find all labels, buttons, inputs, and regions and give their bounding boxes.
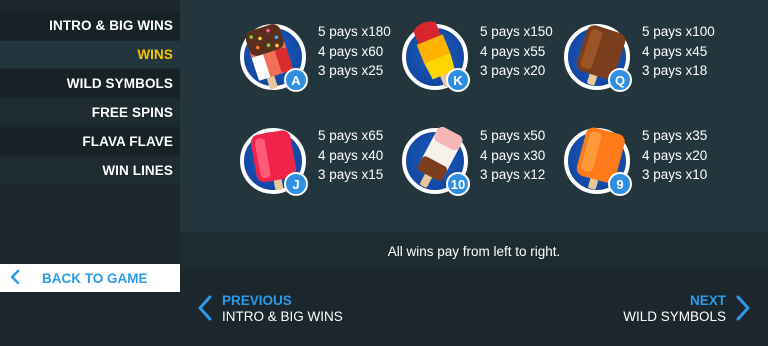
next-label: NEXT	[689, 293, 726, 308]
payout-5: 5 pays x180	[318, 24, 391, 39]
symbol-a: A 5 pays x180 4 pays x60 3 pays x25	[240, 24, 400, 104]
symbol-k: K 5 pays x150 4 pays x55 3 pays x20	[402, 21, 562, 104]
payout-4: 4 pays x45	[642, 43, 708, 59]
previous-page-button[interactable]: PREVIOUS INTRO & BIG WINS	[196, 292, 343, 324]
payout-3: 3 pays x25	[318, 63, 384, 78]
payout-4: 4 pays x60	[318, 43, 384, 59]
paytable-caption: All wins pay from left to right.	[180, 232, 768, 270]
sidebar: INTRO & BIG WINS WINS WILD SYMBOLS FREE …	[0, 0, 180, 346]
chevron-right-icon	[736, 295, 750, 321]
letter-j-badge: J	[284, 172, 308, 196]
letter-a-badge: A	[284, 68, 308, 92]
chevron-left-icon	[4, 269, 26, 288]
menu-item-label: FLAVA FLAVE	[82, 134, 173, 149]
menu-item-wins[interactable]: WINS	[0, 41, 180, 68]
payout-list: 5 pays x65 4 pays x40 3 pays x15	[318, 126, 383, 185]
payout-5: 5 pays x50	[480, 128, 546, 143]
caption-text: All wins pay from left to right.	[387, 243, 561, 259]
payout-5: 5 pays x35	[642, 128, 708, 143]
back-to-game-button[interactable]: BACK TO GAME	[0, 264, 180, 292]
letter-k-badge: K	[446, 68, 470, 92]
menu-item-intro[interactable]: INTRO & BIG WINS	[0, 12, 180, 39]
back-to-game-label: BACK TO GAME	[42, 270, 148, 286]
letter-10-badge: 10	[446, 172, 470, 196]
previous-target: INTRO & BIG WINS	[222, 309, 343, 324]
payout-4: 4 pays x30	[480, 147, 546, 163]
payout-5: 5 pays x100	[642, 24, 715, 39]
letter-q-badge: Q	[608, 68, 632, 92]
payout-4: 4 pays x55	[480, 43, 546, 59]
payout-3: 3 pays x20	[480, 63, 546, 78]
menu-item-win-lines[interactable]: WIN LINES	[0, 157, 180, 184]
payout-4: 4 pays x40	[318, 147, 384, 163]
page-navigation: PREVIOUS INTRO & BIG WINS NEXT WILD SYMB…	[180, 270, 768, 346]
payout-3: 3 pays x10	[642, 167, 708, 182]
payout-list: 5 pays x180 4 pays x60 3 pays x25	[318, 22, 391, 81]
symbol-9: 9 5 pays x35 4 pays x20 3 pays x10	[564, 126, 724, 208]
payout-3: 3 pays x12	[480, 167, 546, 182]
letter-9-badge: 9	[608, 172, 632, 196]
menu-item-label: FREE SPINS	[91, 105, 173, 120]
next-page-button[interactable]: NEXT WILD SYMBOLS	[623, 292, 752, 324]
previous-label: PREVIOUS	[222, 293, 292, 308]
symbol-j: J 5 pays x65 4 pays x40 3 pays x15	[240, 128, 400, 208]
menu-item-label: WIN LINES	[102, 163, 173, 178]
payout-5: 5 pays x150	[480, 24, 553, 39]
menu-item-flava-flave[interactable]: FLAVA FLAVE	[0, 128, 180, 155]
payout-4: 4 pays x20	[642, 147, 708, 163]
payout-list: 5 pays x35 4 pays x20 3 pays x10	[642, 126, 707, 185]
payout-3: 3 pays x15	[318, 167, 384, 182]
menu-item-wild-symbols[interactable]: WILD SYMBOLS	[0, 70, 180, 97]
symbol-q: Q 5 pays x100 4 pays x45 3 pays x18	[564, 24, 724, 104]
menu-item-free-spins[interactable]: FREE SPINS	[0, 99, 180, 126]
symbol-10: 10 5 pays x50 4 pays x30 3 pays x12	[402, 126, 562, 208]
payout-5: 5 pays x65	[318, 128, 384, 143]
payout-list: 5 pays x100 4 pays x45 3 pays x18	[642, 22, 715, 81]
payout-3: 3 pays x18	[642, 63, 708, 78]
menu-item-label: INTRO & BIG WINS	[49, 18, 173, 33]
menu-item-label: WINS	[137, 47, 173, 62]
menu-item-label: WILD SYMBOLS	[66, 76, 173, 91]
next-target: WILD SYMBOLS	[623, 309, 726, 324]
payout-list: 5 pays x50 4 pays x30 3 pays x12	[480, 126, 545, 185]
chevron-left-icon	[198, 295, 212, 321]
payout-list: 5 pays x150 4 pays x55 3 pays x20	[480, 22, 553, 81]
paytable-panel: A 5 pays x180 4 pays x60 3 pays x25 K 5 …	[180, 0, 768, 232]
